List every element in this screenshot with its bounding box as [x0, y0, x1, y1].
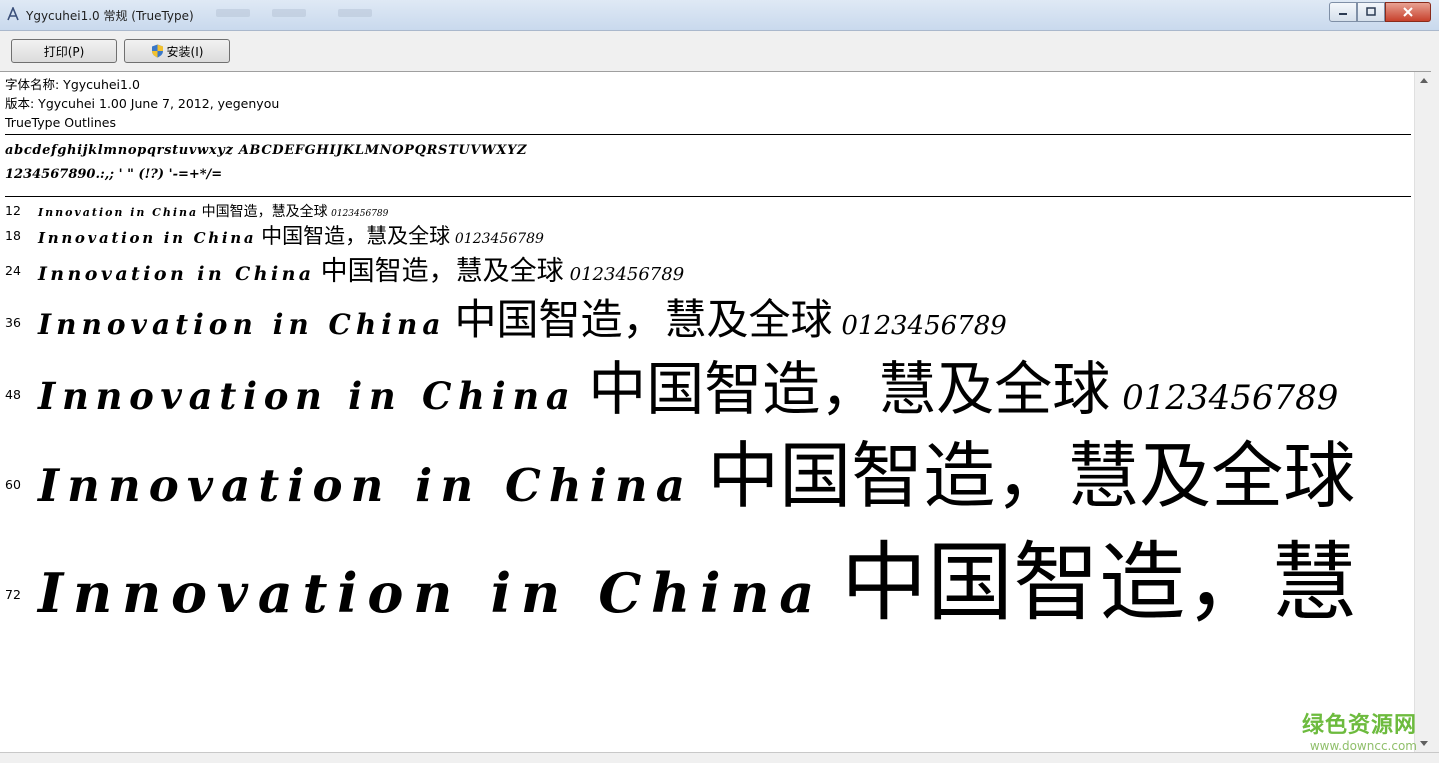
sample-text: Innovation in China 中国智造，慧及全球 0123456789 [38, 295, 1007, 344]
watermark: 绿色资源网 www.downcc.com [1302, 707, 1417, 753]
uac-shield-icon [151, 44, 163, 58]
vertical-scrollbar[interactable] [1414, 72, 1432, 752]
sample-text: Innovation in China 中国智造，慧 [38, 533, 1358, 633]
sample-text: Innovation in China 中国智造，慧及全球 [38, 434, 1356, 518]
maximize-button[interactable] [1357, 2, 1385, 22]
divider [5, 196, 1411, 197]
title-bar[interactable]: Ygycuhei1.0 常规 (TrueType) [0, 0, 1439, 31]
window-right-border [1431, 31, 1439, 752]
print-button-label: 打印(P) [43, 44, 85, 59]
install-button-label: 安装(I) [166, 44, 204, 59]
watermark-logo-text: 绿色资源网 [1301, 713, 1417, 738]
font-name-line: 字体名称: Ygycuhei1.0 [5, 77, 140, 92]
sample-text: Innovation in China 中国智造，慧及全球 0123456789 [38, 204, 389, 220]
scroll-up-button[interactable] [1415, 72, 1432, 89]
size-label: 12 [5, 203, 21, 218]
install-button[interactable]: 安装(I) [124, 39, 230, 63]
size-label: 18 [5, 228, 21, 243]
font-viewer-app-icon [7, 7, 19, 21]
size-label: 36 [5, 315, 21, 330]
size-label: 24 [5, 263, 21, 278]
ghost-menu-item [338, 9, 372, 17]
font-preview-area: 字体名称: Ygycuhei1.0 版本: Ygycuhei 1.00 June… [0, 72, 1414, 752]
ghost-menu-item [216, 9, 250, 17]
font-version-line: 版本: Ygycuhei 1.00 June 7, 2012, yegenyou [5, 96, 280, 111]
status-strip [0, 752, 1439, 763]
minimize-button[interactable] [1329, 2, 1357, 22]
sample-text: Innovation in China 中国智造，慧及全球 0123456789 [38, 355, 1339, 423]
sample-text: Innovation in China 中国智造，慧及全球 0123456789 [38, 256, 685, 287]
divider [5, 134, 1411, 135]
size-label: 60 [5, 477, 21, 492]
close-icon [1403, 7, 1413, 17]
caption-buttons [1329, 2, 1431, 22]
close-button[interactable] [1385, 2, 1431, 22]
font-info: 字体名称: Ygycuhei1.0 版本: Ygycuhei 1.00 June… [5, 75, 279, 132]
scroll-down-button[interactable] [1415, 735, 1432, 752]
maximize-icon [1366, 7, 1376, 16]
scroll-down-arrow-icon [1419, 741, 1428, 746]
minimize-icon [1339, 13, 1347, 15]
toolbar: 打印(P) 安装(I) [0, 31, 1439, 72]
charset-line-letters: abcdefghijklmnopqrstuvwxyz ABCDEFGHIJKLM… [5, 143, 528, 158]
sample-text: Innovation in China 中国智造，慧及全球 0123456789 [38, 224, 544, 248]
window-title: Ygycuhei1.0 常规 (TrueType) [26, 9, 194, 23]
charset-line-digits: 1234567890.:,; ' " (!?) '-=+*/= [5, 167, 223, 182]
size-label: 48 [5, 387, 21, 402]
print-button[interactable]: 打印(P) [11, 39, 117, 63]
scroll-up-arrow-icon [1419, 78, 1428, 83]
size-label: 72 [5, 587, 21, 602]
font-type-line: TrueType Outlines [5, 115, 116, 130]
ghost-menu-item [272, 9, 306, 17]
watermark-url: www.downcc.com [1309, 739, 1417, 753]
